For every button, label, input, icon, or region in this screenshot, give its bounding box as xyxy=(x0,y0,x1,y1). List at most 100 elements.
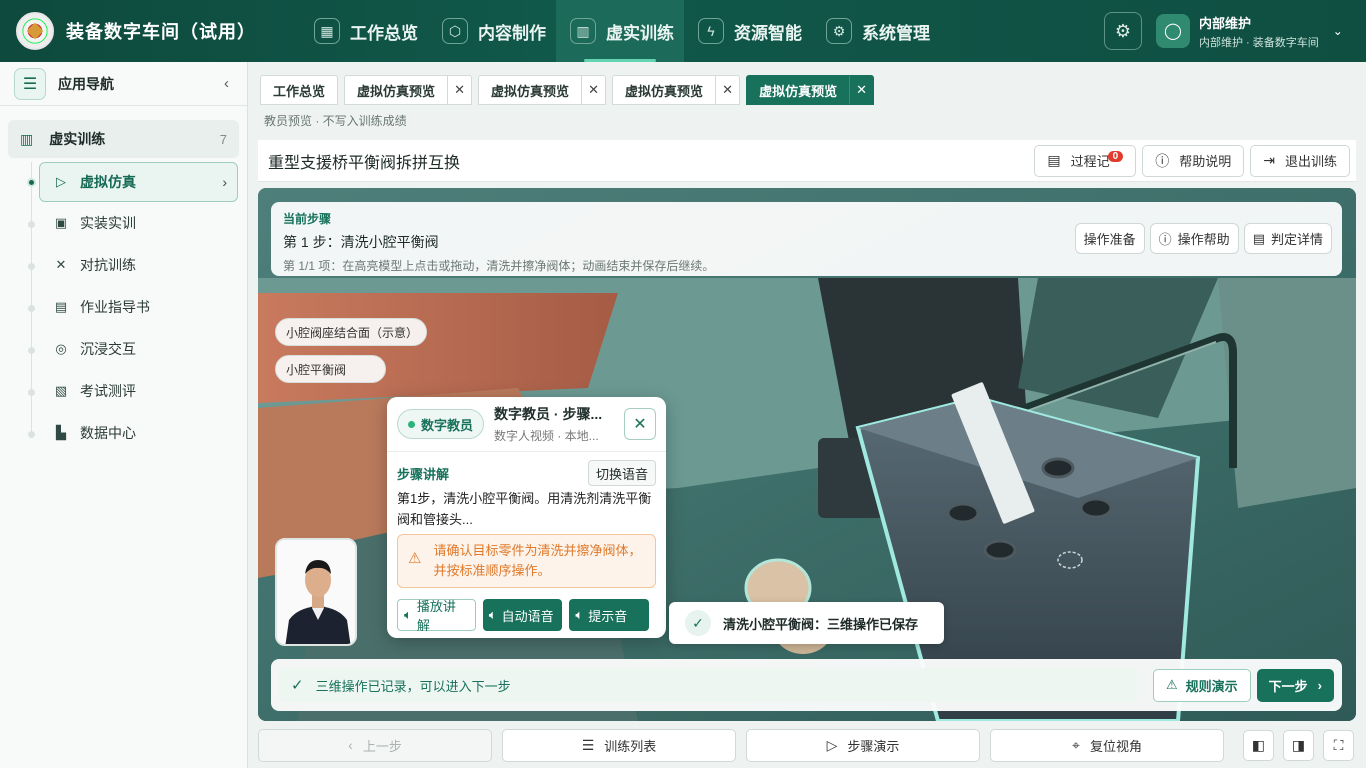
exit-training-button[interactable]: ⇥ 退出训练 xyxy=(1250,144,1350,177)
hint-sound-label: 提示音 xyxy=(588,608,628,624)
top-bar: 装备数字车间（试用） ▦ 工作总览 ⬡ 内容制作 ▥ 虚实训练 ϟ 资源智能 ⚙ 系统管理… xyxy=(0,0,1366,62)
sidebar-item-immersive[interactable]: ◎ 沉浸交互 xyxy=(0,328,247,370)
tree-dot xyxy=(28,305,35,312)
valve-label-chip[interactable]: 小腔平衡阀 xyxy=(275,355,386,383)
tab-sim-preview-2[interactable]: 虚拟仿真预览 ✕ xyxy=(478,75,607,105)
panel-left-icon: ◧ xyxy=(1251,736,1266,753)
chip-label: 小腔平衡阀 xyxy=(286,362,347,377)
tutor-body: 步骤讲解 切换语音 第1步，清洗小腔平衡阀。用清洗剂清洗平衡阀和管接头... ⚠… xyxy=(387,452,666,639)
sidebar-item-data-center[interactable]: ▙ 数据中心 xyxy=(0,412,247,454)
tab-sim-preview-active[interactable]: 虚拟仿真预览 ✕ xyxy=(746,75,875,105)
hint-sound-button[interactable]: 🔈︎ 提示音 xyxy=(569,599,650,631)
tutor-chip-label: 数字教员 xyxy=(421,417,474,433)
sidebar-item-confrontation[interactable]: ✕ 对抗训练 xyxy=(0,244,247,286)
auto-voice-button[interactable]: 🔈︎ 自动语音 xyxy=(482,599,563,631)
tab-label: 虚拟仿真预览 xyxy=(625,83,704,99)
cube-icon: ⬡ xyxy=(442,18,468,44)
tutor-close-button[interactable]: ✕ xyxy=(624,408,656,440)
page-title: 重型支援桥平衡阀拆拼互换 xyxy=(268,154,461,172)
speaker-icon: 🔈︎ xyxy=(575,607,584,622)
help-circle-icon: ⓘ xyxy=(1155,152,1170,169)
sidebar-item-exam[interactable]: ▧ 考试测评 xyxy=(0,370,247,412)
sidebar-item-work-guide[interactable]: ▤ 作业指导书 xyxy=(0,286,247,328)
close-icon[interactable]: ✕ xyxy=(447,76,471,104)
speaker-icon: 🔈︎ xyxy=(404,607,412,622)
valve-seat-label-chip[interactable]: 小腔阀座结合面（示意） xyxy=(275,318,427,346)
play-explanation-button[interactable]: 🔈︎ 播放讲解 xyxy=(397,599,476,633)
switch-voice-button[interactable]: 切换语音 xyxy=(587,460,656,486)
collapse-sidebar-icon[interactable]: ‹ xyxy=(224,75,229,92)
operation-help-button[interactable]: ⓘ 操作帮助 xyxy=(1149,223,1239,254)
tab-overview[interactable]: 工作总览 xyxy=(260,75,339,105)
topnav-item-content[interactable]: ⬡ 内容制作 xyxy=(428,0,556,62)
process-log-label: 过程记 xyxy=(1070,154,1110,169)
auto-voice-label: 自动语音 xyxy=(501,608,554,624)
topnav-label: 资源智能 xyxy=(734,23,802,43)
close-icon[interactable]: ✕ xyxy=(581,76,605,104)
close-icon[interactable]: ✕ xyxy=(849,76,873,104)
robot-icon: ϟ xyxy=(698,18,724,44)
training-list-button[interactable]: ☰ 训练列表 xyxy=(502,728,736,762)
next-step-label: 下一步 xyxy=(1268,678,1308,694)
settings-button[interactable]: ⚙ xyxy=(1104,12,1142,50)
toggle-right-panel-button[interactable]: ◨ xyxy=(1283,729,1314,761)
clipboard-icon: ▧ xyxy=(54,383,68,398)
topnav-item-system[interactable]: ⚙ 系统管理 xyxy=(812,0,940,62)
topnav-item-resources[interactable]: ϟ 资源智能 xyxy=(684,0,812,62)
topnav-item-training[interactable]: ▥ 虚实训练 xyxy=(556,0,684,62)
check-icon: ✓ xyxy=(291,677,304,694)
next-step-button[interactable]: 下一步 › xyxy=(1256,668,1334,702)
topnav-item-overview[interactable]: ▦ 工作总览 xyxy=(300,0,428,62)
tutor-section-label: 步骤讲解 xyxy=(397,466,450,482)
tutor-name: 数字教员 · 步骤... xyxy=(494,406,603,422)
user-menu[interactable]: ◯ 内部维护 内部维护 · 装备数字车间 ⌄ xyxy=(1156,0,1366,62)
tab-sim-preview-1[interactable]: 虚拟仿真预览 ✕ xyxy=(344,75,473,105)
step-actions: 操作准备 ⓘ 操作帮助 ▤ 判定详情 xyxy=(1070,223,1332,254)
rule-demo-button[interactable]: ⚠ 规则演示 xyxy=(1152,668,1251,702)
step-description: 第 1/1 项：在高亮模型上点击或拖动，清洗并擦净阀体；动画结束并保存后继续。 xyxy=(283,259,715,273)
sidebar-item-virtual-sim[interactable]: ▷ 虚拟仿真 › xyxy=(27,162,238,202)
digital-tutor-panel: 数字教员 数字教员 · 步骤... 数字人视频 · 本地... ✕ 步骤讲解 切… xyxy=(387,397,666,638)
process-log-button[interactable]: ▤ 过程记 0 xyxy=(1034,144,1137,177)
topnav-label: 虚实训练 xyxy=(606,23,674,43)
app-title: 装备数字车间（试用） xyxy=(66,22,256,42)
judge-details-button[interactable]: ▤ 判定详情 xyxy=(1243,223,1332,254)
operation-prepare-label: 操作准备 xyxy=(1083,232,1136,247)
help-circle-icon: ⓘ xyxy=(1158,232,1172,247)
status-message: ✓ 三维操作已记录，可以进入下一步 xyxy=(279,668,1137,702)
sidebar-item-real-training[interactable]: ▣ 实装实训 xyxy=(0,202,247,244)
step-demo-label: 步骤演示 xyxy=(847,738,900,754)
tab-strip: 工作总览 虚拟仿真预览 ✕ 虚拟仿真预览 ✕ 虚拟仿真预览 ✕ 虚拟仿真预览 ✕ xyxy=(260,75,880,105)
sidebar-item-label: 虚拟仿真 xyxy=(80,174,136,190)
toggle-left-panel-button[interactable]: ◧ xyxy=(1243,729,1274,761)
sidebar-item-label: 沉浸交互 xyxy=(80,341,136,357)
tab-sim-preview-3[interactable]: 虚拟仿真预览 ✕ xyxy=(612,75,741,105)
menu-toggle-button[interactable]: ☰ xyxy=(14,67,46,100)
check-icon: ✓ xyxy=(685,610,711,636)
reset-view-button[interactable]: ⌖ 复位视角 xyxy=(990,728,1224,762)
tutor-explanation-text: 第1步，清洗小腔平衡阀。用清洗剂清洗平衡阀和管接头... xyxy=(397,491,652,527)
tutor-warning-text: 请确认目标零件为清洗并擦净阀体，并按标准顺序操作。 xyxy=(433,543,642,578)
tutor-section-row: 步骤讲解 切换语音 xyxy=(397,460,656,486)
topnav-label: 内容制作 xyxy=(478,23,546,43)
chevron-right-icon: › xyxy=(222,174,227,190)
tutor-actions: 🔈︎ 播放讲解 🔈︎ 自动语音 🔈︎ 提示音 xyxy=(397,599,656,633)
operation-prepare-button[interactable]: 操作准备 xyxy=(1074,223,1145,254)
sidebar-item-label: 数据中心 xyxy=(80,425,136,441)
step-demo-button[interactable]: ▷ 步骤演示 xyxy=(746,728,980,762)
help-button[interactable]: ⓘ 帮助说明 xyxy=(1142,144,1245,177)
emblem-logo xyxy=(16,12,54,50)
3d-viewport[interactable]: 当前步骤 第 1 步：清洗小腔平衡阀 第 1/1 项：在高亮模型上点击或拖动，清… xyxy=(258,188,1356,721)
close-icon[interactable]: ✕ xyxy=(715,76,739,104)
sidebar-group-training[interactable]: ▥ 虚实训练 7 xyxy=(8,120,239,158)
topnav-label: 工作总览 xyxy=(350,23,418,43)
tutor-warning: ⚠ 请确认目标零件为清洗并擦净阀体，并按标准顺序操作。 xyxy=(397,534,656,588)
play-circle-icon: ▷ xyxy=(56,174,66,189)
reset-view-label: 复位视角 xyxy=(1089,738,1142,754)
tutor-name-block: 数字教员 · 步骤... 数字人视频 · 本地... xyxy=(494,404,618,444)
play-circle-icon: ▷ xyxy=(826,736,838,753)
speaker-icon: 🔈︎ xyxy=(488,607,497,622)
prev-step-button[interactable]: ‹ 上一步 xyxy=(258,728,492,762)
process-log-badge: 0 xyxy=(1107,151,1124,162)
fullscreen-button[interactable]: ⛶ xyxy=(1323,729,1354,761)
